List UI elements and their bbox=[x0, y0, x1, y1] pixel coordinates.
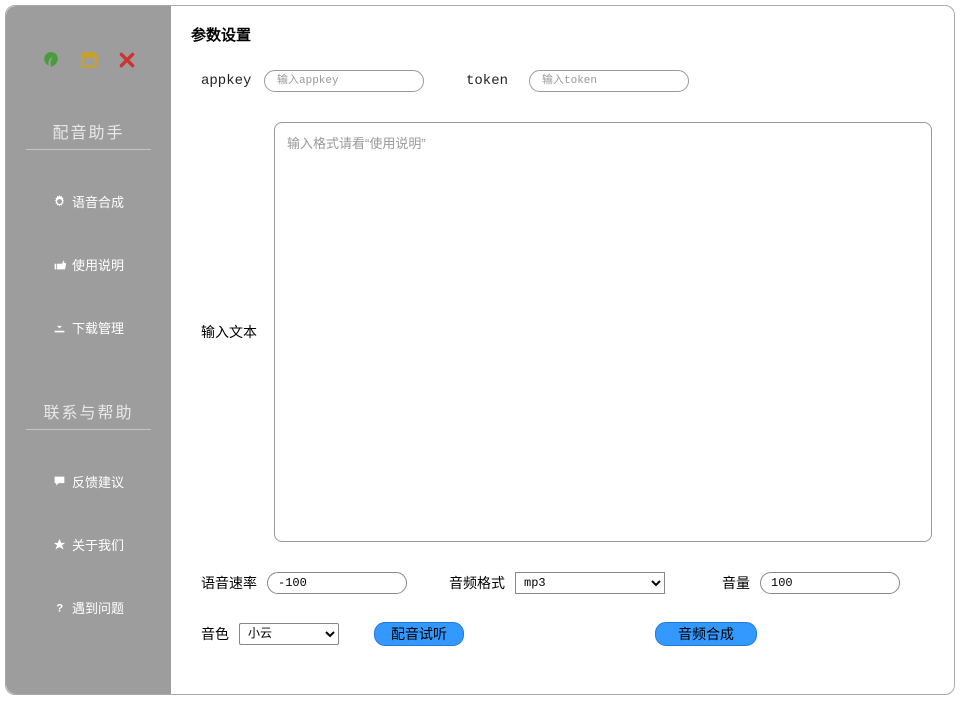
sidebar-item-downloads[interactable]: 下载管理 bbox=[6, 296, 171, 359]
nav-label: 使用说明 bbox=[72, 255, 124, 274]
page-title: 参数设置 bbox=[191, 24, 932, 45]
textarea-label: 输入文本 bbox=[189, 122, 274, 542]
speed-input[interactable] bbox=[267, 572, 407, 594]
thumbs-up-icon bbox=[53, 258, 66, 271]
params-row: 语音速率 音频格式 mp3 音量 bbox=[189, 572, 932, 594]
volume-input[interactable] bbox=[760, 572, 900, 594]
svg-text:?: ? bbox=[56, 603, 63, 614]
leaf-icon[interactable] bbox=[42, 51, 60, 69]
star-icon bbox=[53, 538, 66, 551]
sidebar-item-tts[interactable]: 语音合成 bbox=[6, 170, 171, 233]
sidebar-section-title-2: 联系与帮助 bbox=[26, 399, 151, 430]
close-icon[interactable] bbox=[118, 51, 136, 69]
appkey-input[interactable] bbox=[264, 70, 424, 92]
token-label: token bbox=[454, 73, 529, 89]
voice-label: 音色 bbox=[189, 624, 229, 644]
credentials-row: appkey token bbox=[189, 70, 932, 92]
action-row: 音色 小云 配音试听 音频合成 bbox=[189, 622, 932, 646]
sidebar-item-usage[interactable]: 使用说明 bbox=[6, 233, 171, 296]
token-input[interactable] bbox=[529, 70, 689, 92]
sidebar: 配音助手 语音合成 使用说明 下载管理 联系与帮助 反馈建议 关于我们 ? 遇到… bbox=[6, 6, 171, 694]
volume-label: 音量 bbox=[710, 573, 750, 593]
nav-label: 反馈建议 bbox=[72, 472, 124, 491]
nav-label: 语音合成 bbox=[72, 192, 124, 211]
nav-label: 关于我们 bbox=[72, 535, 124, 554]
voice-select[interactable]: 小云 bbox=[239, 623, 339, 645]
nav-label: 遇到问题 bbox=[72, 598, 124, 617]
format-select[interactable]: mp3 bbox=[515, 572, 665, 594]
sidebar-section-title-1: 配音助手 bbox=[26, 119, 151, 150]
minimize-icon[interactable] bbox=[80, 51, 98, 69]
format-label: 音频格式 bbox=[437, 573, 505, 593]
sidebar-item-about[interactable]: 关于我们 bbox=[6, 513, 171, 576]
question-icon: ? bbox=[53, 601, 66, 614]
sidebar-item-issues[interactable]: ? 遇到问题 bbox=[6, 576, 171, 639]
window-controls bbox=[6, 51, 171, 69]
synthesize-button[interactable]: 音频合成 bbox=[655, 622, 757, 646]
preview-button[interactable]: 配音试听 bbox=[374, 622, 464, 646]
download-icon bbox=[53, 321, 66, 334]
main-panel: 参数设置 appkey token 输入文本 语音速率 音频格式 mp3 音量 … bbox=[171, 6, 954, 694]
app-window: 配音助手 语音合成 使用说明 下载管理 联系与帮助 反馈建议 关于我们 ? 遇到… bbox=[5, 5, 955, 695]
gear-icon bbox=[53, 195, 66, 208]
text-input-row: 输入文本 bbox=[189, 122, 932, 542]
sidebar-item-feedback[interactable]: 反馈建议 bbox=[6, 450, 171, 513]
speed-label: 语音速率 bbox=[189, 573, 257, 593]
appkey-label: appkey bbox=[189, 73, 264, 89]
text-input[interactable] bbox=[274, 122, 932, 542]
chat-icon bbox=[53, 475, 66, 488]
nav-label: 下载管理 bbox=[72, 318, 124, 337]
